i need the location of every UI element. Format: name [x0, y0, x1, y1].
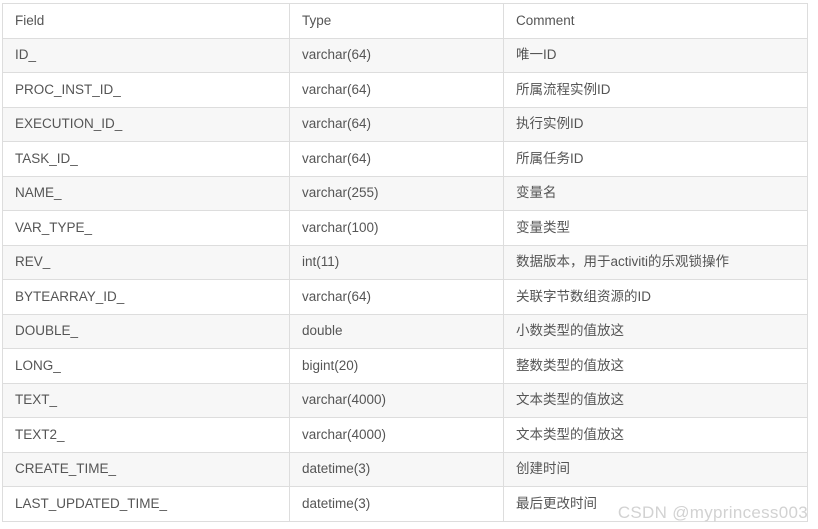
- table-row: BYTEARRAY_ID_ varchar(64) 关联字节数组资源的ID: [2, 279, 808, 315]
- cell-type: bigint(20): [289, 348, 504, 384]
- cell-comment: 整数类型的值放这: [503, 348, 808, 384]
- cell-type: varchar(64): [289, 141, 504, 177]
- cell-comment: 文本类型的值放这: [503, 382, 808, 418]
- table-row: VAR_TYPE_ varchar(100) 变量类型: [2, 210, 808, 246]
- table-row: PROC_INST_ID_ varchar(64) 所属流程实例ID: [2, 72, 808, 108]
- table-row: NAME_ varchar(255) 变量名: [2, 175, 808, 211]
- cell-type: varchar(64): [289, 37, 504, 73]
- table-row: REV_ int(11) 数据版本，用于activiti的乐观锁操作: [2, 244, 808, 280]
- cell-comment: 变量名: [503, 175, 808, 211]
- cell-comment: 文本类型的值放这: [503, 417, 808, 453]
- cell-field: NAME_: [2, 175, 290, 211]
- cell-field: EXECUTION_ID_: [2, 106, 290, 142]
- cell-comment: 小数类型的值放这: [503, 313, 808, 349]
- column-header-field: Field: [2, 3, 290, 39]
- cell-comment: 所属流程实例ID: [503, 72, 808, 108]
- cell-comment: 变量类型: [503, 210, 808, 246]
- cell-field: LAST_UPDATED_TIME_: [2, 486, 290, 522]
- cell-field: REV_: [2, 244, 290, 280]
- cell-field: TASK_ID_: [2, 141, 290, 177]
- table-body: ID_ varchar(64) 唯一ID PROC_INST_ID_ varchar(6…: [2, 37, 808, 522]
- cell-comment: 执行实例ID: [503, 106, 808, 142]
- cell-comment: 唯一ID: [503, 37, 808, 73]
- cell-type: varchar(4000): [289, 382, 504, 418]
- table-row: LAST_UPDATED_TIME_ datetime(3) 最后更改时间: [2, 486, 808, 522]
- table-row: LONG_ bigint(20) 整数类型的值放这: [2, 348, 808, 384]
- table-header: Field Type Comment: [2, 3, 808, 39]
- database-schema-table: Field Type Comment ID_ varchar(64) 唯一ID PRO…: [2, 3, 808, 522]
- cell-comment: 最后更改时间: [503, 486, 808, 522]
- table-row: DOUBLE_ double 小数类型的值放这: [2, 313, 808, 349]
- cell-field: BYTEARRAY_ID_: [2, 279, 290, 315]
- cell-comment: 数据版本，用于activiti的乐观锁操作: [503, 244, 808, 280]
- cell-type: datetime(3): [289, 486, 504, 522]
- cell-type: varchar(4000): [289, 417, 504, 453]
- table-row: TASK_ID_ varchar(64) 所属任务ID: [2, 141, 808, 177]
- cell-field: LONG_: [2, 348, 290, 384]
- cell-comment: 创建时间: [503, 451, 808, 487]
- cell-field: CREATE_TIME_: [2, 451, 290, 487]
- cell-comment: 所属任务ID: [503, 141, 808, 177]
- cell-type: double: [289, 313, 504, 349]
- cell-field: TEXT2_: [2, 417, 290, 453]
- column-header-type: Type: [289, 3, 504, 39]
- column-header-comment: Comment: [503, 3, 808, 39]
- cell-field: TEXT_: [2, 382, 290, 418]
- schema-table-page: Field Type Comment ID_ varchar(64) 唯一ID PRO…: [0, 0, 818, 529]
- cell-type: varchar(64): [289, 72, 504, 108]
- cell-type: datetime(3): [289, 451, 504, 487]
- table-row: CREATE_TIME_ datetime(3) 创建时间: [2, 451, 808, 487]
- cell-field: ID_: [2, 37, 290, 73]
- cell-field: DOUBLE_: [2, 313, 290, 349]
- table-row: EXECUTION_ID_ varchar(64) 执行实例ID: [2, 106, 808, 142]
- table-row: ID_ varchar(64) 唯一ID: [2, 37, 808, 73]
- cell-type: varchar(100): [289, 210, 504, 246]
- table-row: TEXT2_ varchar(4000) 文本类型的值放这: [2, 417, 808, 453]
- table-row: TEXT_ varchar(4000) 文本类型的值放这: [2, 382, 808, 418]
- cell-type: int(11): [289, 244, 504, 280]
- cell-type: varchar(64): [289, 106, 504, 142]
- cell-field: VAR_TYPE_: [2, 210, 290, 246]
- cell-comment: 关联字节数组资源的ID: [503, 279, 808, 315]
- table-header-row: Field Type Comment: [2, 3, 808, 39]
- cell-type: varchar(64): [289, 279, 504, 315]
- cell-field: PROC_INST_ID_: [2, 72, 290, 108]
- cell-type: varchar(255): [289, 175, 504, 211]
